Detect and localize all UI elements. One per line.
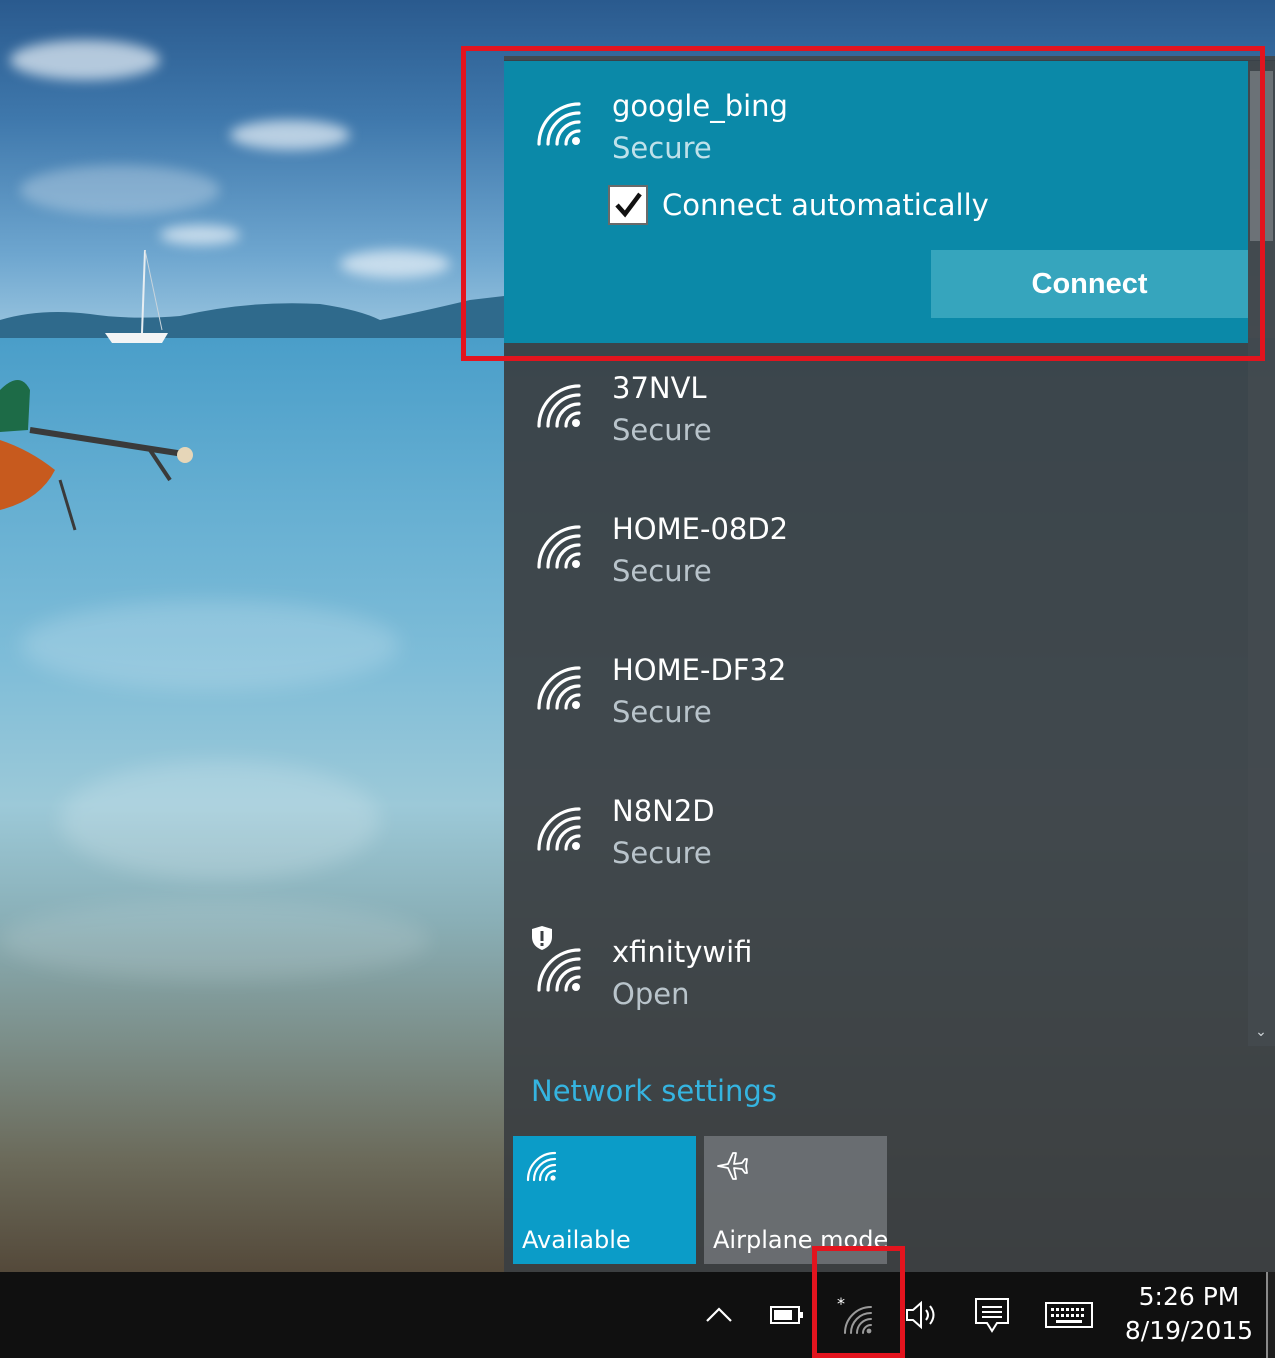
wifi-tile-label: Available bbox=[522, 1226, 631, 1254]
wifi-signal-icon bbox=[537, 384, 581, 428]
network-security-status: Secure bbox=[612, 131, 712, 165]
network-security-status: Secure bbox=[612, 554, 712, 588]
svg-text:*: * bbox=[837, 1294, 845, 1313]
network-item-37nvl[interactable]: 37NVL Secure bbox=[504, 343, 1248, 484]
wifi-quick-action-tile[interactable]: Available bbox=[513, 1136, 696, 1264]
volume-icon[interactable] bbox=[900, 1292, 946, 1338]
connect-button[interactable]: Connect bbox=[931, 250, 1248, 318]
wifi-tray-icon[interactable]: * bbox=[832, 1292, 878, 1338]
sailboat-image bbox=[105, 249, 168, 343]
taskbar-clock[interactable]: 5:26 PM 8/19/2015 bbox=[1118, 1280, 1260, 1348]
show-desktop-button[interactable] bbox=[1266, 1272, 1275, 1358]
checkmark-icon bbox=[615, 192, 642, 218]
network-security-status: Secure bbox=[612, 413, 712, 447]
network-name: xfinitywifi bbox=[612, 935, 753, 969]
network-security-status: Open bbox=[612, 977, 690, 1011]
connect-automatically-option[interactable]: Connect automatically bbox=[608, 181, 989, 229]
network-item-n8n2d[interactable]: N8N2D Secure bbox=[504, 766, 1248, 907]
clock-time: 5:26 PM bbox=[1138, 1282, 1240, 1311]
wifi-icon bbox=[526, 1151, 557, 1182]
chevron-up-icon[interactable] bbox=[696, 1292, 742, 1338]
network-item-home-df32[interactable]: HOME-DF32 Secure bbox=[504, 625, 1248, 766]
network-list-scrollbar[interactable]: ⌄ bbox=[1248, 61, 1275, 1046]
scrollbar-thumb[interactable] bbox=[1250, 71, 1273, 241]
connect-automatically-checkbox[interactable] bbox=[608, 185, 648, 225]
network-item-home-08d2[interactable]: HOME-08D2 Secure bbox=[504, 484, 1248, 625]
network-item-google-bing[interactable]: google_bing Secure Connect automatically… bbox=[504, 61, 1248, 343]
connect-automatically-label: Connect automatically bbox=[662, 188, 989, 222]
flyout-top-border bbox=[504, 56, 1275, 60]
wifi-signal-icon bbox=[537, 525, 581, 569]
network-flyout: google_bing Secure Connect automatically… bbox=[504, 56, 1275, 1272]
keyboard-icon[interactable] bbox=[1044, 1292, 1094, 1338]
network-name: 37NVL bbox=[612, 371, 707, 405]
network-name: HOME-DF32 bbox=[612, 653, 787, 687]
wifi-signal-icon bbox=[537, 666, 581, 710]
airplane-icon bbox=[717, 1152, 748, 1180]
airplane-mode-quick-action-tile[interactable]: Airplane mode bbox=[704, 1136, 889, 1264]
scroll-down-icon[interactable]: ⌄ bbox=[1251, 1024, 1271, 1040]
shield-warning-icon bbox=[532, 926, 552, 950]
network-security-status: Secure bbox=[612, 836, 712, 870]
wifi-signal-icon bbox=[537, 948, 581, 992]
network-name: N8N2D bbox=[612, 794, 715, 828]
network-security-status: Secure bbox=[612, 695, 712, 729]
clock-date: 8/19/2015 bbox=[1124, 1316, 1254, 1345]
battery-icon[interactable] bbox=[764, 1292, 810, 1338]
longtail-boat-image bbox=[0, 380, 193, 531]
wifi-signal-icon bbox=[537, 807, 581, 851]
airplane-mode-tile-label: Airplane mode bbox=[713, 1226, 889, 1254]
network-item-xfinitywifi[interactable]: xfinitywifi Open bbox=[504, 907, 1248, 1048]
wifi-signal-icon bbox=[537, 102, 581, 146]
network-name: HOME-08D2 bbox=[612, 512, 789, 546]
taskbar: * 5:26 PM 8/19/2015 bbox=[0, 1272, 1275, 1358]
network-settings-link[interactable]: Network settings bbox=[531, 1074, 777, 1108]
network-name: google_bing bbox=[612, 89, 788, 123]
action-center-icon[interactable] bbox=[969, 1292, 1015, 1338]
